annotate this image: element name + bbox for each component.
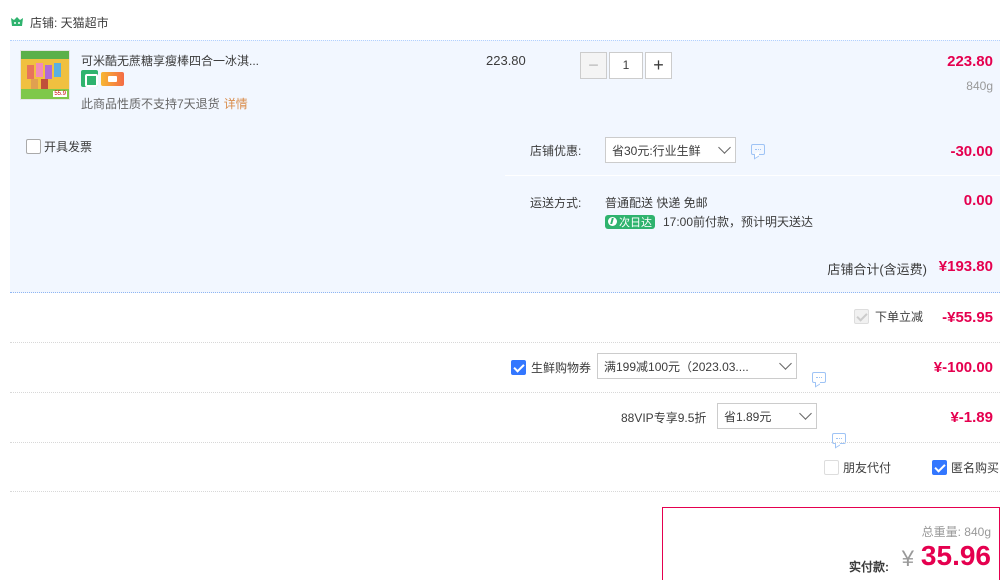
shop-header: 店铺: 天猫超市 bbox=[10, 12, 109, 32]
shipping-amount: 0.00 bbox=[963, 192, 993, 209]
divider bbox=[10, 491, 1000, 492]
shop-discount-amount: -30.00 bbox=[950, 143, 993, 160]
unit-price: 223.80 bbox=[486, 53, 526, 68]
vip-discount-amount: ¥-1.89 bbox=[950, 409, 993, 426]
instant-discount-label: 下单立减 bbox=[874, 310, 923, 324]
return-policy-details-link[interactable]: 详情 bbox=[224, 97, 248, 111]
shipping-method: 普通配送 快递 免邮 bbox=[605, 196, 708, 210]
shop-discount-select[interactable]: 省30元:行业生鲜 bbox=[605, 137, 736, 163]
vip-discount-select[interactable]: 省1.89元 bbox=[717, 403, 817, 429]
divider bbox=[10, 442, 1000, 443]
divider bbox=[10, 392, 1000, 393]
fresh-coupon-checkbox[interactable] bbox=[511, 360, 526, 375]
anonymous-label: 匿名购买 bbox=[951, 461, 1000, 475]
shop-name[interactable]: 店铺: 天猫超市 bbox=[30, 14, 109, 31]
service-badge-icon bbox=[81, 70, 98, 87]
fresh-coupon-select[interactable]: 满199减100元（2023.03.... bbox=[597, 353, 797, 379]
vip-discount-label: 88VIP专享9.5折 bbox=[621, 411, 707, 425]
subtotal-label: 店铺合计(含运费) bbox=[827, 262, 927, 277]
next-day-text: 次日达 bbox=[619, 216, 652, 229]
chevron-down-icon bbox=[718, 141, 731, 154]
return-policy-note: 此商品性质不支持7天退货 详情 bbox=[81, 95, 248, 112]
instant-discount-option: 下单立减 bbox=[853, 308, 923, 325]
total-weight-label: 总重量: bbox=[921, 525, 961, 539]
chevron-down-icon bbox=[799, 407, 812, 420]
pay-amount: 35.96 bbox=[920, 540, 991, 571]
shop-discount-value: 省30元:行业生鲜 bbox=[612, 143, 701, 158]
friend-pay-label: 朋友代付 bbox=[843, 461, 892, 475]
pay-currency: ¥ bbox=[901, 546, 914, 571]
shipping-label: 运送方式: bbox=[530, 196, 582, 210]
shipping-note: 17:00前付款，预计明天送达 bbox=[663, 215, 814, 229]
product-thumbnail[interactable]: 55.9 bbox=[20, 50, 70, 100]
return-policy-text: 此商品性质不支持7天退货 bbox=[81, 97, 220, 111]
next-day-badge: 次日达 bbox=[605, 214, 655, 229]
fresh-coupon-label: 生鲜购物券 bbox=[531, 361, 592, 375]
message-icon[interactable] bbox=[812, 372, 826, 383]
fresh-coupon-amount: ¥-100.00 bbox=[933, 359, 993, 376]
anonymous-option[interactable]: 匿名购买 bbox=[932, 459, 999, 476]
instant-discount-checkbox bbox=[853, 309, 869, 324]
invoice-label: 开具发票 bbox=[44, 140, 93, 154]
pay-label: 实付款: bbox=[849, 560, 889, 574]
delivery-info: 次日达 17:00前付款，预计明天送达 bbox=[605, 213, 813, 230]
fresh-coupon-value: 满199减100元（2023.03.... bbox=[604, 359, 749, 374]
message-icon[interactable] bbox=[751, 144, 765, 155]
invoice-checkbox[interactable] bbox=[26, 139, 41, 154]
line-total: 223.80 bbox=[947, 53, 993, 70]
divider bbox=[10, 342, 1000, 343]
decrease-quantity-button[interactable]: − bbox=[580, 52, 607, 79]
quantity-input[interactable]: 1 bbox=[609, 52, 643, 79]
card-badge-icon bbox=[101, 72, 124, 86]
friend-pay-checkbox[interactable] bbox=[824, 460, 839, 475]
instant-discount-amount: -¥55.95 bbox=[942, 309, 993, 326]
total-weight: 总重量: 840g bbox=[922, 523, 991, 540]
item-weight: 840g bbox=[966, 79, 993, 93]
subtotal-amount: ¥193.80 bbox=[938, 258, 993, 275]
fresh-coupon-option[interactable]: 生鲜购物券 bbox=[511, 359, 591, 376]
shop-discount-label: 店铺优惠: bbox=[530, 144, 582, 158]
product-title[interactable]: 可米酷无蔗糖享瘦棒四合一冰淇... bbox=[81, 52, 259, 69]
shop-icon bbox=[10, 16, 24, 28]
increase-quantity-button[interactable]: + bbox=[645, 52, 672, 79]
invoice-option[interactable]: 开具发票 bbox=[26, 138, 92, 155]
chevron-down-icon bbox=[779, 357, 792, 370]
anonymous-checkbox[interactable] bbox=[932, 460, 947, 475]
friend-pay-option[interactable]: 朋友代付 bbox=[824, 459, 891, 476]
quantity-stepper: − 1 + bbox=[580, 52, 672, 79]
thumb-price-tag: 55.9 bbox=[53, 91, 67, 97]
total-weight-value: 840g bbox=[964, 525, 991, 539]
lightning-icon bbox=[608, 217, 617, 226]
vip-discount-value: 省1.89元 bbox=[724, 409, 772, 424]
